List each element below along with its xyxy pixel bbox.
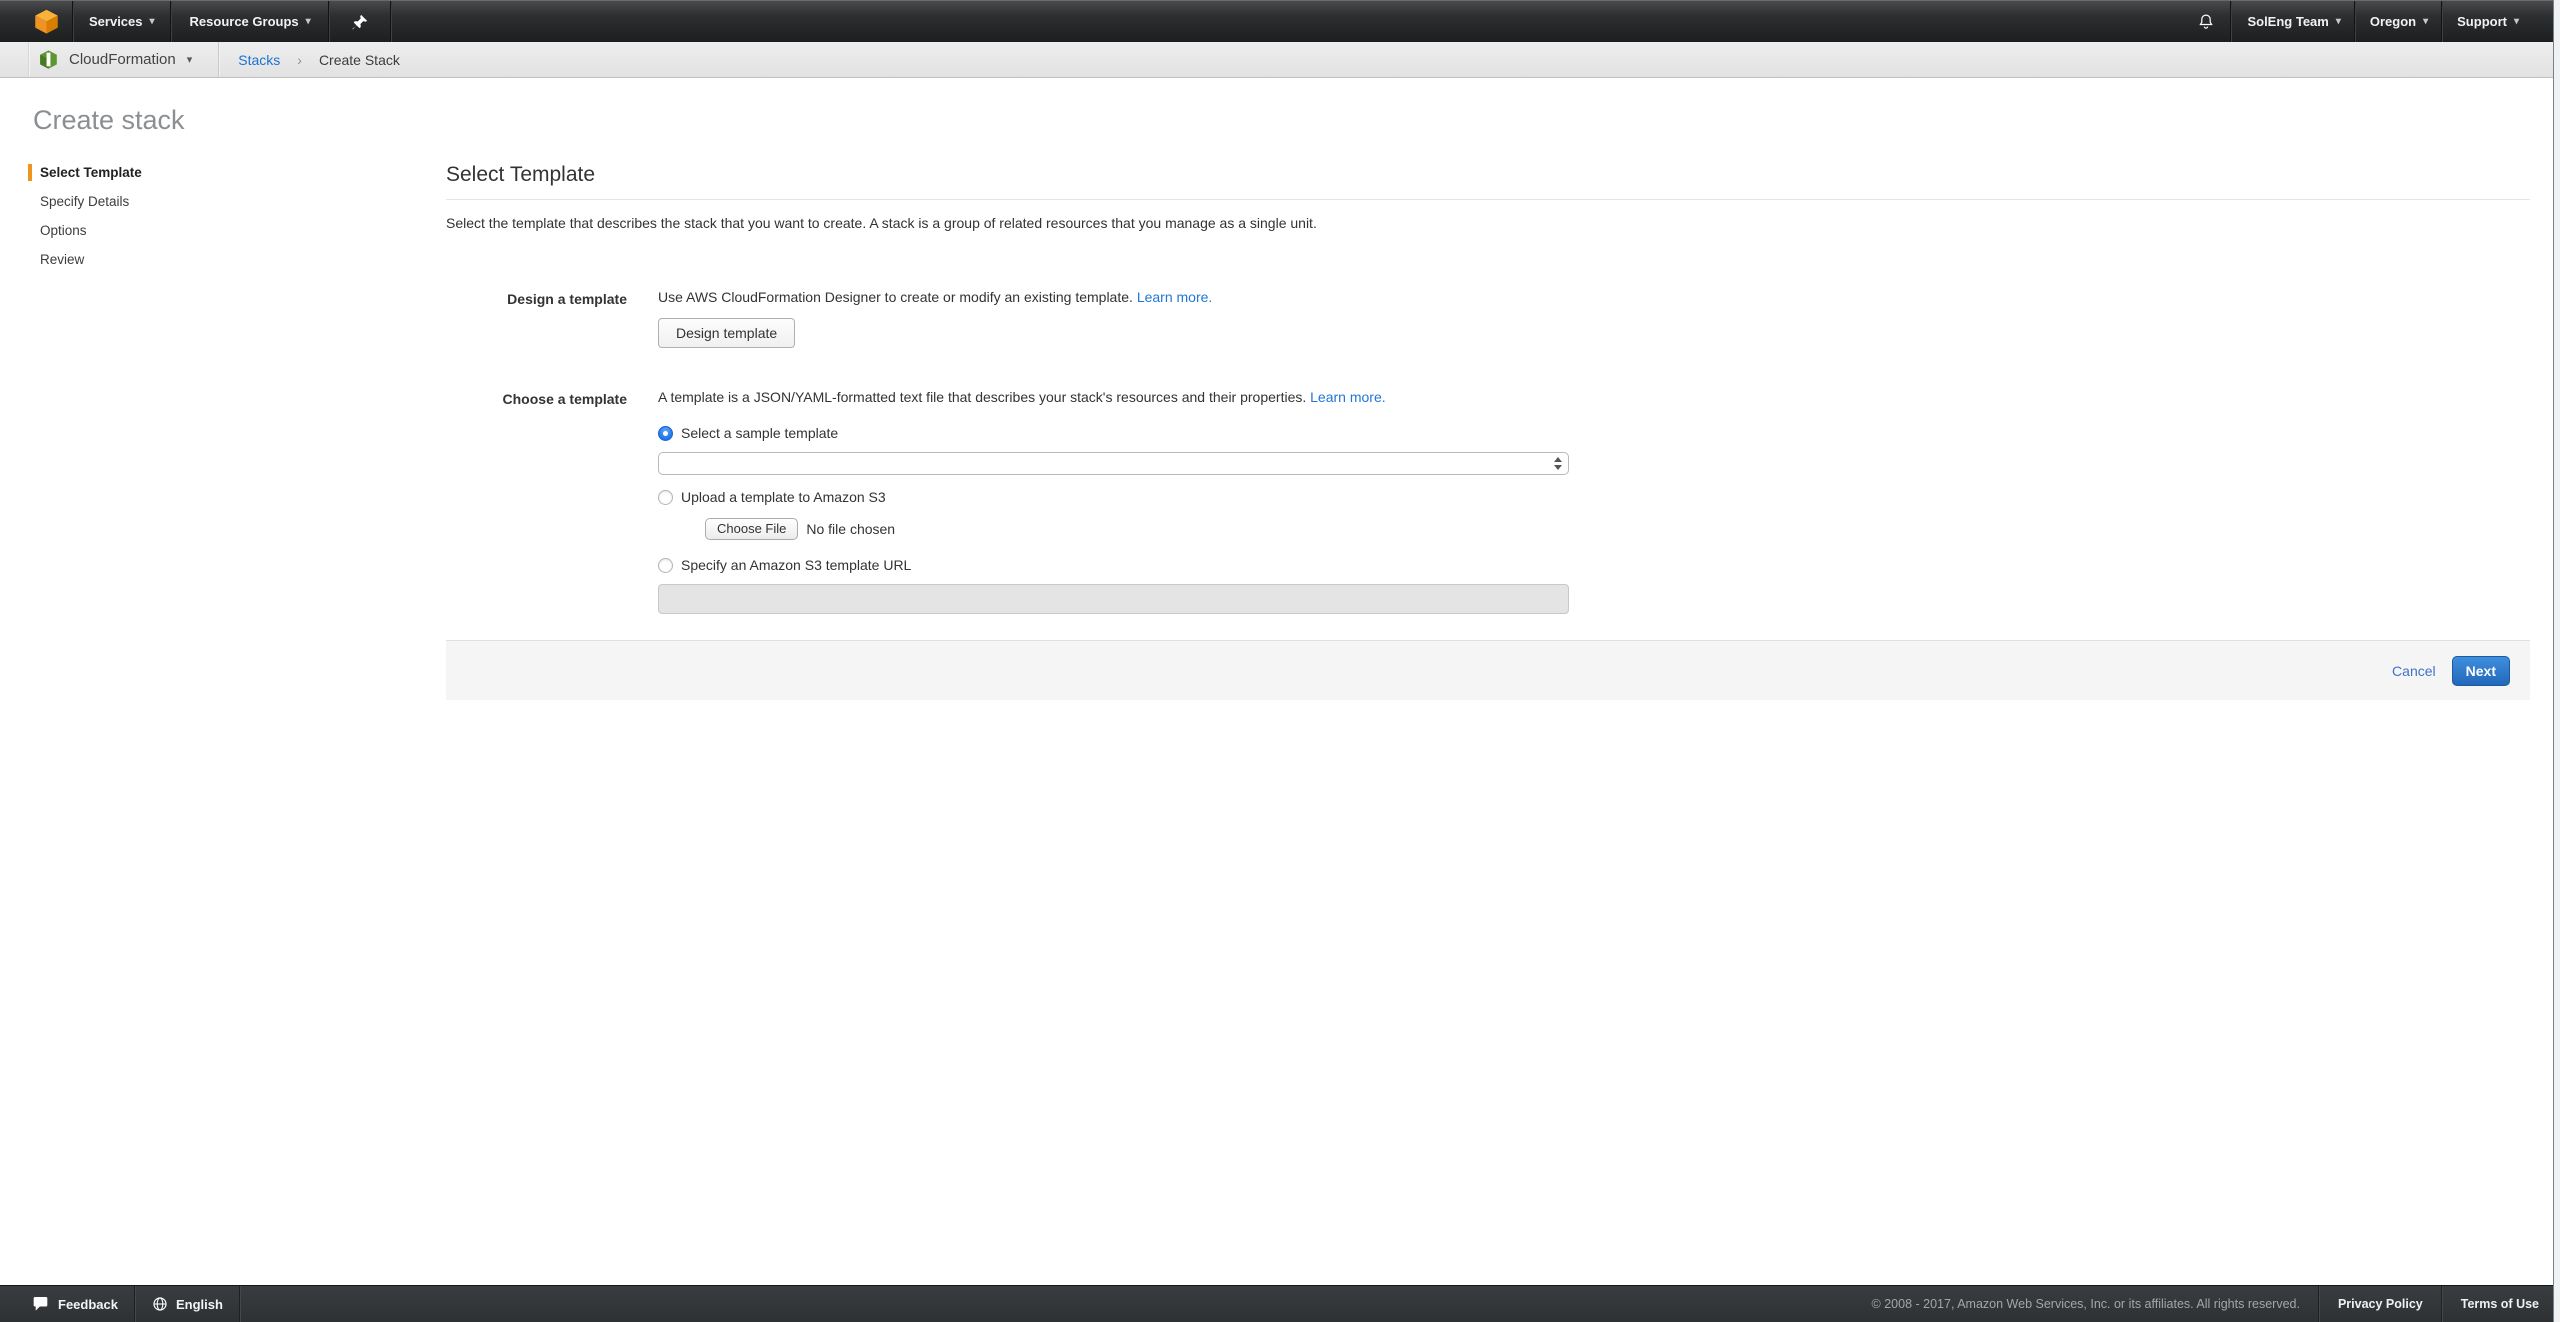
sample-template-option-label[interactable]: Select a sample template xyxy=(681,425,838,441)
file-upload-row: Choose File No file chosen xyxy=(705,518,2530,540)
cloudformation-icon xyxy=(38,49,59,70)
design-learn-more-link[interactable]: Learn more. xyxy=(1137,289,1212,305)
notifications-bell-icon[interactable] xyxy=(2197,12,2215,31)
choose-learn-more-link[interactable]: Learn more. xyxy=(1310,389,1385,405)
design-template-content: Use AWS CloudFormation Designer to creat… xyxy=(658,289,2530,348)
choose-template-label: Choose a template xyxy=(446,389,627,407)
region-menu[interactable]: Oregon ▾ xyxy=(2370,1,2428,42)
step-label: Options xyxy=(28,223,87,238)
aws-console-page: Services ▾ Resource Groups ▾ SolEng Team xyxy=(0,0,2560,1322)
wizard-action-bar: Cancel Next xyxy=(446,640,2530,700)
divider xyxy=(28,42,30,77)
step-select-template[interactable]: Select Template xyxy=(28,158,142,187)
feedback-button[interactable]: Feedback xyxy=(0,1286,118,1322)
divider xyxy=(72,1,74,42)
divider xyxy=(2441,1,2443,42)
chevron-down-icon: ▾ xyxy=(2514,16,2519,27)
support-label: Support xyxy=(2457,14,2507,29)
bottom-bar: Feedback English © 2008 - 2017, Amazon W… xyxy=(0,1285,2553,1322)
next-button[interactable]: Next xyxy=(2452,656,2510,686)
globe-icon xyxy=(152,1296,168,1312)
stepper-down-arrow xyxy=(1554,465,1562,470)
copyright-text: © 2008 - 2017, Amazon Web Services, Inc.… xyxy=(1872,1297,2300,1311)
sample-template-select[interactable] xyxy=(658,452,1569,475)
radio-dot xyxy=(663,431,668,436)
divider xyxy=(170,1,172,42)
s3-url-option-label[interactable]: Specify an Amazon S3 template URL xyxy=(681,557,911,573)
choose-file-button[interactable]: Choose File xyxy=(705,518,798,540)
sample-template-option: Select a sample template xyxy=(658,425,2530,441)
resource-groups-label: Resource Groups xyxy=(190,14,299,29)
services-label: Services xyxy=(89,14,143,29)
scrollbar[interactable] xyxy=(2553,0,2560,1322)
upload-template-option: Upload a template to Amazon S3 xyxy=(658,489,2530,505)
section-heading: Select Template xyxy=(446,163,2530,200)
design-template-button[interactable]: Design template xyxy=(658,318,795,348)
choose-template-text: A template is a JSON/YAML-formatted text… xyxy=(658,389,1306,405)
services-menu[interactable]: Services ▾ xyxy=(89,1,155,42)
chevron-down-icon[interactable]: ▾ xyxy=(187,53,193,66)
breadcrumb: CloudFormation ▾ Stacks › Create Stack xyxy=(0,42,2553,78)
wizard-steps: Select Template Specify Details Options … xyxy=(28,158,142,274)
divider xyxy=(2318,1286,2320,1322)
choose-template-row: Choose a template A template is a JSON/Y… xyxy=(446,389,2530,614)
pin-icon[interactable] xyxy=(351,13,369,31)
feedback-label: Feedback xyxy=(58,1297,118,1312)
chevron-down-icon: ▾ xyxy=(2336,16,2341,27)
region-label: Oregon xyxy=(2370,14,2416,29)
top-nav-bar: Services ▾ Resource Groups ▾ SolEng Team xyxy=(0,0,2553,42)
speech-bubble-icon xyxy=(32,1297,49,1312)
top-nav-left: Services ▾ Resource Groups ▾ xyxy=(0,1,392,42)
s3-url-option: Specify an Amazon S3 template URL xyxy=(658,557,2530,573)
chevron-down-icon: ▾ xyxy=(2423,16,2428,27)
file-status-text: No file chosen xyxy=(806,521,895,537)
language-label: English xyxy=(176,1297,223,1312)
divider xyxy=(2354,1,2356,42)
divider xyxy=(2230,1,2232,42)
design-template-row: Design a template Use AWS CloudFormation… xyxy=(446,289,2530,348)
step-review[interactable]: Review xyxy=(28,245,142,274)
upload-template-option-label[interactable]: Upload a template to Amazon S3 xyxy=(681,489,886,505)
breadcrumb-stacks-link[interactable]: Stacks xyxy=(238,52,280,68)
cancel-button[interactable]: Cancel xyxy=(2392,663,2436,679)
cloudformation-service-menu[interactable]: CloudFormation xyxy=(69,51,176,68)
form-area: Design a template Use AWS CloudFormation… xyxy=(446,289,2530,614)
terms-of-use-link[interactable]: Terms of Use xyxy=(2461,1297,2539,1311)
top-nav-right: SolEng Team ▾ Oregon ▾ Support ▾ xyxy=(2197,1,2553,42)
stepper-up-arrow xyxy=(1554,457,1562,462)
breadcrumb-separator: › xyxy=(297,52,302,68)
select-stepper-icon xyxy=(1554,457,1562,470)
privacy-policy-link[interactable]: Privacy Policy xyxy=(2338,1297,2423,1311)
upload-template-radio[interactable] xyxy=(658,490,673,505)
divider xyxy=(328,1,330,42)
design-template-label: Design a template xyxy=(446,289,627,307)
step-label: Review xyxy=(28,252,84,267)
divider xyxy=(390,1,392,42)
resource-groups-menu[interactable]: Resource Groups ▾ xyxy=(190,1,311,42)
step-options[interactable]: Options xyxy=(28,216,142,245)
s3-url-radio[interactable] xyxy=(658,558,673,573)
breadcrumb-current: Create Stack xyxy=(319,52,400,68)
aws-logo-icon[interactable] xyxy=(33,8,60,35)
account-menu[interactable]: SolEng Team ▾ xyxy=(2247,1,2340,42)
s3-url-input[interactable] xyxy=(658,584,1569,614)
step-label: Select Template xyxy=(32,165,142,180)
account-label: SolEng Team xyxy=(2247,14,2328,29)
divider xyxy=(218,42,220,77)
support-menu[interactable]: Support ▾ xyxy=(2457,1,2519,42)
design-template-text: Use AWS CloudFormation Designer to creat… xyxy=(658,289,1133,305)
page-title: Create stack xyxy=(33,105,185,136)
sample-template-radio[interactable] xyxy=(658,426,673,441)
divider xyxy=(239,1286,241,1322)
choose-template-content: A template is a JSON/YAML-formatted text… xyxy=(658,389,2530,614)
step-label: Specify Details xyxy=(28,194,129,209)
main-content: Select Template Select the template that… xyxy=(446,163,2530,614)
section-description: Select the template that describes the s… xyxy=(446,215,2530,231)
step-specify-details[interactable]: Specify Details xyxy=(28,187,142,216)
chevron-down-icon: ▾ xyxy=(306,16,311,27)
chevron-down-icon: ▾ xyxy=(150,16,155,27)
language-button[interactable]: English xyxy=(136,1286,223,1322)
bottom-bar-right: © 2008 - 2017, Amazon Web Services, Inc.… xyxy=(1872,1286,2553,1322)
divider xyxy=(2441,1286,2443,1322)
